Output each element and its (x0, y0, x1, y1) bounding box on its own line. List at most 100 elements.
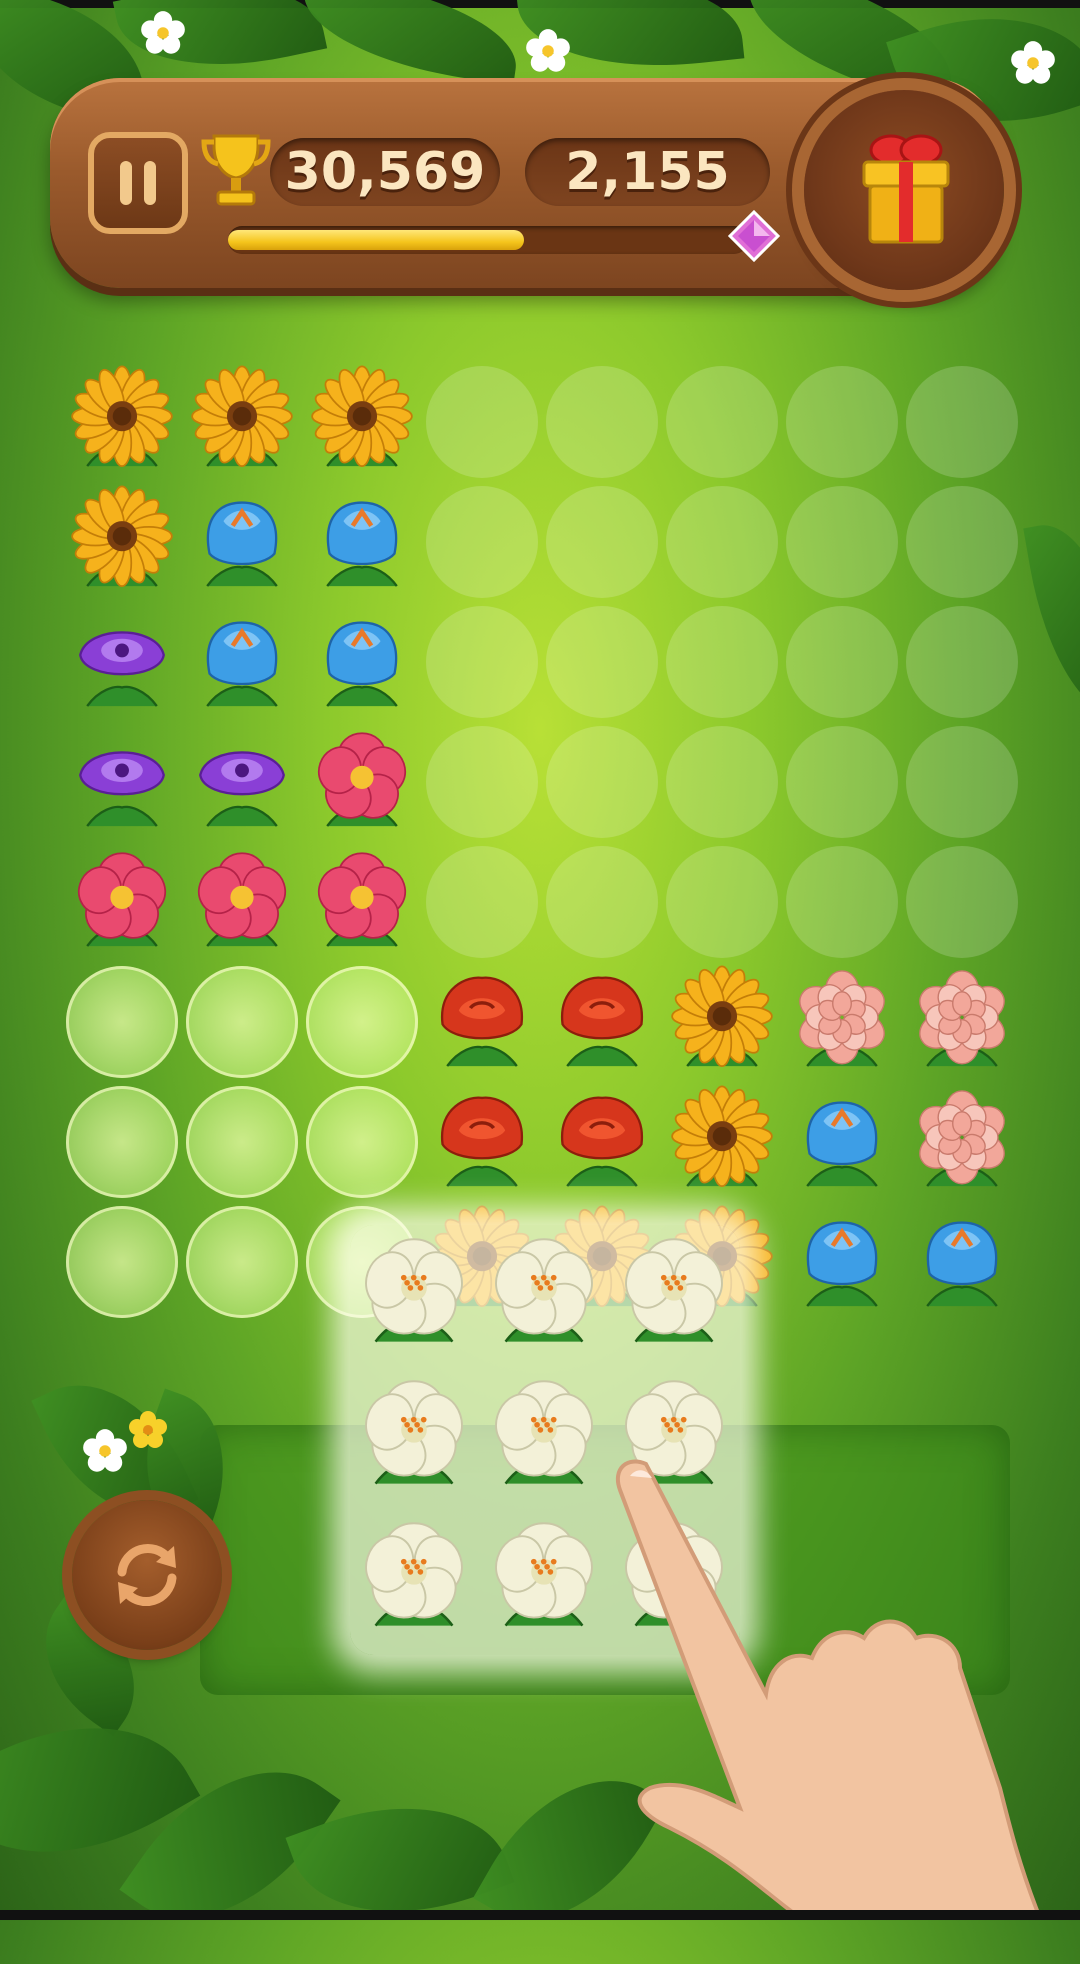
board-cell[interactable] (542, 1082, 662, 1202)
board-cell[interactable] (782, 842, 902, 962)
board-cell[interactable] (62, 842, 182, 962)
board-cell[interactable] (422, 602, 542, 722)
piece-cell (610, 1225, 738, 1363)
board-cell[interactable] (782, 1082, 902, 1202)
peony-flower-icon (919, 1090, 1005, 1187)
board-cell[interactable] (902, 362, 1022, 482)
empty-slot (426, 606, 538, 718)
board-cell[interactable] (902, 1202, 1022, 1322)
empty-slot (666, 366, 778, 478)
board-cell[interactable] (62, 1082, 182, 1202)
empty-slot (546, 366, 658, 478)
board-cell[interactable] (782, 1202, 902, 1322)
board-cell[interactable] (902, 842, 1022, 962)
board-cell[interactable] (422, 722, 542, 842)
empty-slot (906, 846, 1018, 958)
white-blossom-icon (526, 29, 570, 72)
board-cell[interactable] (182, 1202, 302, 1322)
board-cell[interactable] (182, 842, 302, 962)
empty-slot (786, 606, 898, 718)
board-cell[interactable] (782, 602, 902, 722)
board-cell[interactable] (422, 962, 542, 1082)
purple-flower-icon (199, 751, 285, 827)
board-cell[interactable] (62, 1202, 182, 1322)
empty-slot (546, 726, 658, 838)
board-cell[interactable] (542, 842, 662, 962)
board-cell[interactable] (902, 482, 1022, 602)
board-cell[interactable] (302, 722, 422, 842)
board-cell[interactable] (422, 1082, 542, 1202)
empty-slot (666, 726, 778, 838)
piece-cell (480, 1225, 608, 1363)
board-cell[interactable] (62, 962, 182, 1082)
board-cell[interactable] (182, 1082, 302, 1202)
board-cell[interactable] (542, 722, 662, 842)
bluerose-flower-icon (806, 1221, 878, 1307)
board-cell[interactable] (302, 842, 422, 962)
board-cell[interactable] (782, 962, 902, 1082)
pause-icon (120, 161, 132, 205)
board-cell[interactable] (422, 842, 542, 962)
board-cell[interactable] (662, 842, 782, 962)
sunflower-flower-icon (671, 1085, 773, 1187)
empty-slot (786, 846, 898, 958)
board-cell[interactable] (422, 362, 542, 482)
board-cell[interactable] (542, 482, 662, 602)
board-cell[interactable] (62, 482, 182, 602)
level-progress-fill (228, 230, 525, 250)
board-cell[interactable] (782, 482, 902, 602)
pinkrose-flower-icon (317, 732, 407, 827)
board-cell[interactable] (542, 602, 662, 722)
board-cell[interactable] (182, 722, 302, 842)
highlighted-empty-slot (186, 1206, 298, 1318)
pinkrose-flower-icon (197, 852, 287, 947)
score-display: 30,569 (270, 138, 500, 206)
board-cell[interactable] (902, 1082, 1022, 1202)
board-cell[interactable] (302, 362, 422, 482)
board-cell[interactable] (902, 962, 1022, 1082)
board-cell[interactable] (302, 1082, 422, 1202)
board-cell[interactable] (182, 362, 302, 482)
board-cell[interactable] (902, 602, 1022, 722)
board-cell[interactable] (302, 962, 422, 1082)
board-cell[interactable] (782, 362, 902, 482)
board-cell[interactable] (422, 482, 542, 602)
board-cell[interactable] (182, 602, 302, 722)
pause-button[interactable] (88, 132, 188, 234)
tutorial-hand-pointer (616, 1459, 1043, 1920)
whiterose-flower-icon (365, 1238, 463, 1343)
highlighted-empty-slot (306, 1086, 418, 1198)
whiterose-flower-icon (625, 1238, 723, 1343)
level-progress-bar (228, 226, 748, 254)
board-cell[interactable] (62, 602, 182, 722)
empty-slot (666, 846, 778, 958)
board-cell[interactable] (662, 362, 782, 482)
board-cell[interactable] (302, 602, 422, 722)
board-cell[interactable] (662, 482, 782, 602)
empty-slot (426, 366, 538, 478)
empty-slot (906, 726, 1018, 838)
board-cell[interactable] (662, 602, 782, 722)
board-cell[interactable] (662, 722, 782, 842)
board-cell[interactable] (182, 482, 302, 602)
screen-bottom-border (0, 1910, 1080, 1920)
piece-cell (350, 1367, 478, 1505)
board-cell[interactable] (662, 962, 782, 1082)
board-cell[interactable] (182, 962, 302, 1082)
sunflower-flower-icon (671, 965, 773, 1067)
empty-slot (426, 486, 538, 598)
board-cell[interactable] (902, 722, 1022, 842)
board-cell[interactable] (662, 1082, 782, 1202)
empty-slot (906, 486, 1018, 598)
board-cell[interactable] (62, 722, 182, 842)
board-cell[interactable] (62, 362, 182, 482)
whiterose-flower-icon (365, 1522, 463, 1627)
board-cell[interactable] (302, 482, 422, 602)
board-cell[interactable] (542, 962, 662, 1082)
empty-slot (786, 726, 898, 838)
board-cell[interactable] (782, 722, 902, 842)
empty-slot (786, 366, 898, 478)
board-cell[interactable] (542, 362, 662, 482)
white-blossom-icon (83, 1429, 127, 1472)
purple-flower-icon (79, 631, 165, 707)
